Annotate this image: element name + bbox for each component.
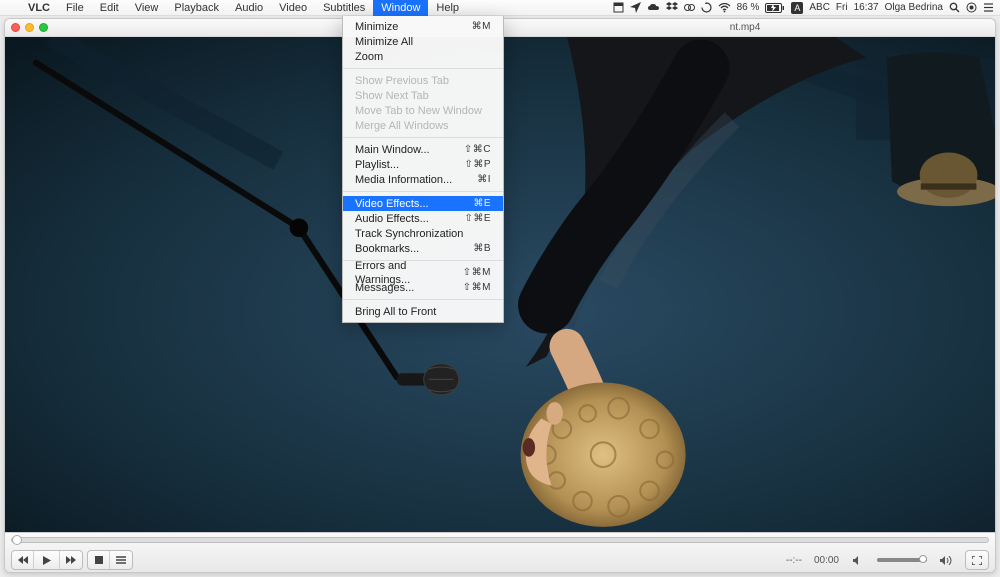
time-elapsed[interactable]: --:-- [782,555,806,566]
fullscreen-group [965,550,989,570]
menu-item-video-effects[interactable]: Video Effects... ⌘E [343,196,503,211]
menu-audio[interactable]: Audio [227,0,271,16]
playlist-button[interactable] [110,551,132,569]
window-minimize-button[interactable] [25,23,34,32]
status-input-lang[interactable]: ABC [809,2,830,13]
menu-item-playlist[interactable]: Playlist... ⇧⌘P [343,157,503,172]
menu-item-zoom[interactable]: Zoom [343,49,503,64]
progress-bar-row [5,533,995,547]
menu-item-minimize-all[interactable]: Minimize All [343,34,503,49]
menu-edit[interactable]: Edit [92,0,127,16]
menu-item-label: Playlist... [355,158,399,172]
menu-item-audio-effects[interactable]: Audio Effects... ⇧⌘E [343,211,503,226]
menu-separator [343,137,503,138]
menu-item-label: Track Synchronization [355,227,463,241]
status-battery-percent[interactable]: 86 % [737,2,760,13]
menu-item-label: Messages... [355,281,414,295]
volume-slider[interactable] [877,558,927,562]
menu-view[interactable]: View [127,0,167,16]
menu-item-label: Video Effects... [355,197,429,211]
seek-thumb[interactable] [12,535,22,545]
menu-help[interactable]: Help [428,0,467,16]
menu-item-label: Move Tab to New Window [355,104,482,118]
menu-item-show-previous-tab: Show Previous Tab [343,73,503,88]
menu-item-shortcut: ⇧⌘M [463,266,491,280]
fullscreen-button[interactable] [966,551,988,569]
status-dropbox-icon[interactable] [666,2,678,13]
menu-item-label: Bookmarks... [355,242,419,256]
volume-thumb[interactable] [919,555,927,563]
status-spotlight-icon[interactable] [949,2,960,13]
menu-item-move-tab-to-new-window: Move Tab to New Window [343,103,503,118]
menu-item-label: Minimize All [355,35,413,49]
status-cloud-icon[interactable] [647,2,660,13]
menu-item-label: Main Window... [355,143,430,157]
stop-group [87,550,133,570]
menu-playback[interactable]: Playback [166,0,227,16]
status-time[interactable]: 16:37 [854,2,879,13]
window-traffic-lights [11,23,48,32]
status-paper-plane-icon[interactable] [630,2,641,13]
menu-item-label: Bring All to Front [355,305,436,319]
menu-item-label: Media Information... [355,173,452,187]
status-battery-icon[interactable] [765,3,785,13]
menu-item-shortcut: ⇧⌘P [464,158,491,172]
window-close-button[interactable] [11,23,20,32]
menu-item-shortcut: ⌘I [477,173,491,187]
app-menu[interactable]: VLC [20,0,58,16]
volume-mute-icon[interactable] [847,551,869,569]
menu-item-merge-all-windows: Merge All Windows [343,118,503,133]
play-button[interactable] [34,551,60,569]
menu-item-shortcut: ⌘E [473,197,491,211]
status-wifi-icon[interactable] [718,3,731,13]
menu-item-main-window[interactable]: Main Window... ⇧⌘C [343,142,503,157]
menu-item-show-next-tab: Show Next Tab [343,88,503,103]
menu-item-shortcut: ⇧⌘C [464,143,491,157]
status-siri-icon[interactable] [966,2,977,13]
menu-item-errors-and-warnings[interactable]: Errors and Warnings...⇧⌘M [343,265,503,280]
status-app-icon[interactable] [613,2,624,13]
status-user-name[interactable]: Olga Bedrina [885,2,943,13]
status-notification-center-icon[interactable] [983,2,994,13]
menu-item-label: Show Next Tab [355,89,429,103]
next-button[interactable] [60,551,82,569]
transport-group [11,550,83,570]
transport-buttons-row: --:-- 00:00 [5,547,995,573]
menu-subtitles[interactable]: Subtitles [315,0,373,16]
menu-separator [343,299,503,300]
menu-item-label: Audio Effects... [355,212,429,226]
menu-separator [343,191,503,192]
menu-item-label: Merge All Windows [355,119,449,133]
menu-video[interactable]: Video [271,0,315,16]
window-menu-dropdown: Minimize ⌘M Minimize AllZoom Show Previous … [342,16,504,323]
menu-item-bookmarks[interactable]: Bookmarks... ⌘B [343,241,503,256]
menu-item-bring-all-to-front[interactable]: Bring All to Front [343,304,503,319]
stop-button[interactable] [88,551,110,569]
player-controls: --:-- 00:00 [5,532,995,572]
status-sync-icon[interactable] [684,2,695,13]
menu-item-shortcut: ⇧⌘E [464,212,491,226]
menubar-status-area: 86 % A ABC Fri 16:37 Olga Bedrina [613,2,1000,14]
volume-max-icon[interactable] [935,551,957,569]
seek-slider[interactable] [11,537,989,543]
menu-separator [343,68,503,69]
menu-item-shortcut: ⌘M [472,20,491,34]
menu-item-media-information[interactable]: Media Information... ⌘I [343,172,503,187]
menu-window[interactable]: Window [373,0,428,16]
status-day[interactable]: Fri [836,2,848,13]
menu-item-shortcut: ⇧⌘M [463,281,491,295]
menu-item-label: Zoom [355,50,383,64]
window-zoom-button[interactable] [39,23,48,32]
time-total[interactable]: 00:00 [810,555,843,566]
menu-file[interactable]: File [58,0,92,16]
macos-menubar: VLC File Edit View Playback Audio Video … [0,0,1000,16]
menu-item-minimize[interactable]: Minimize ⌘M [343,19,503,34]
menu-item-track-synchronization[interactable]: Track Synchronization [343,226,503,241]
menu-item-shortcut: ⌘B [473,242,491,256]
menu-item-label: Show Previous Tab [355,74,449,88]
status-loop-icon[interactable] [701,2,712,13]
prev-button[interactable] [12,551,34,569]
menu-item-label: Minimize [355,20,398,34]
status-input-source-icon[interactable]: A [791,2,803,14]
